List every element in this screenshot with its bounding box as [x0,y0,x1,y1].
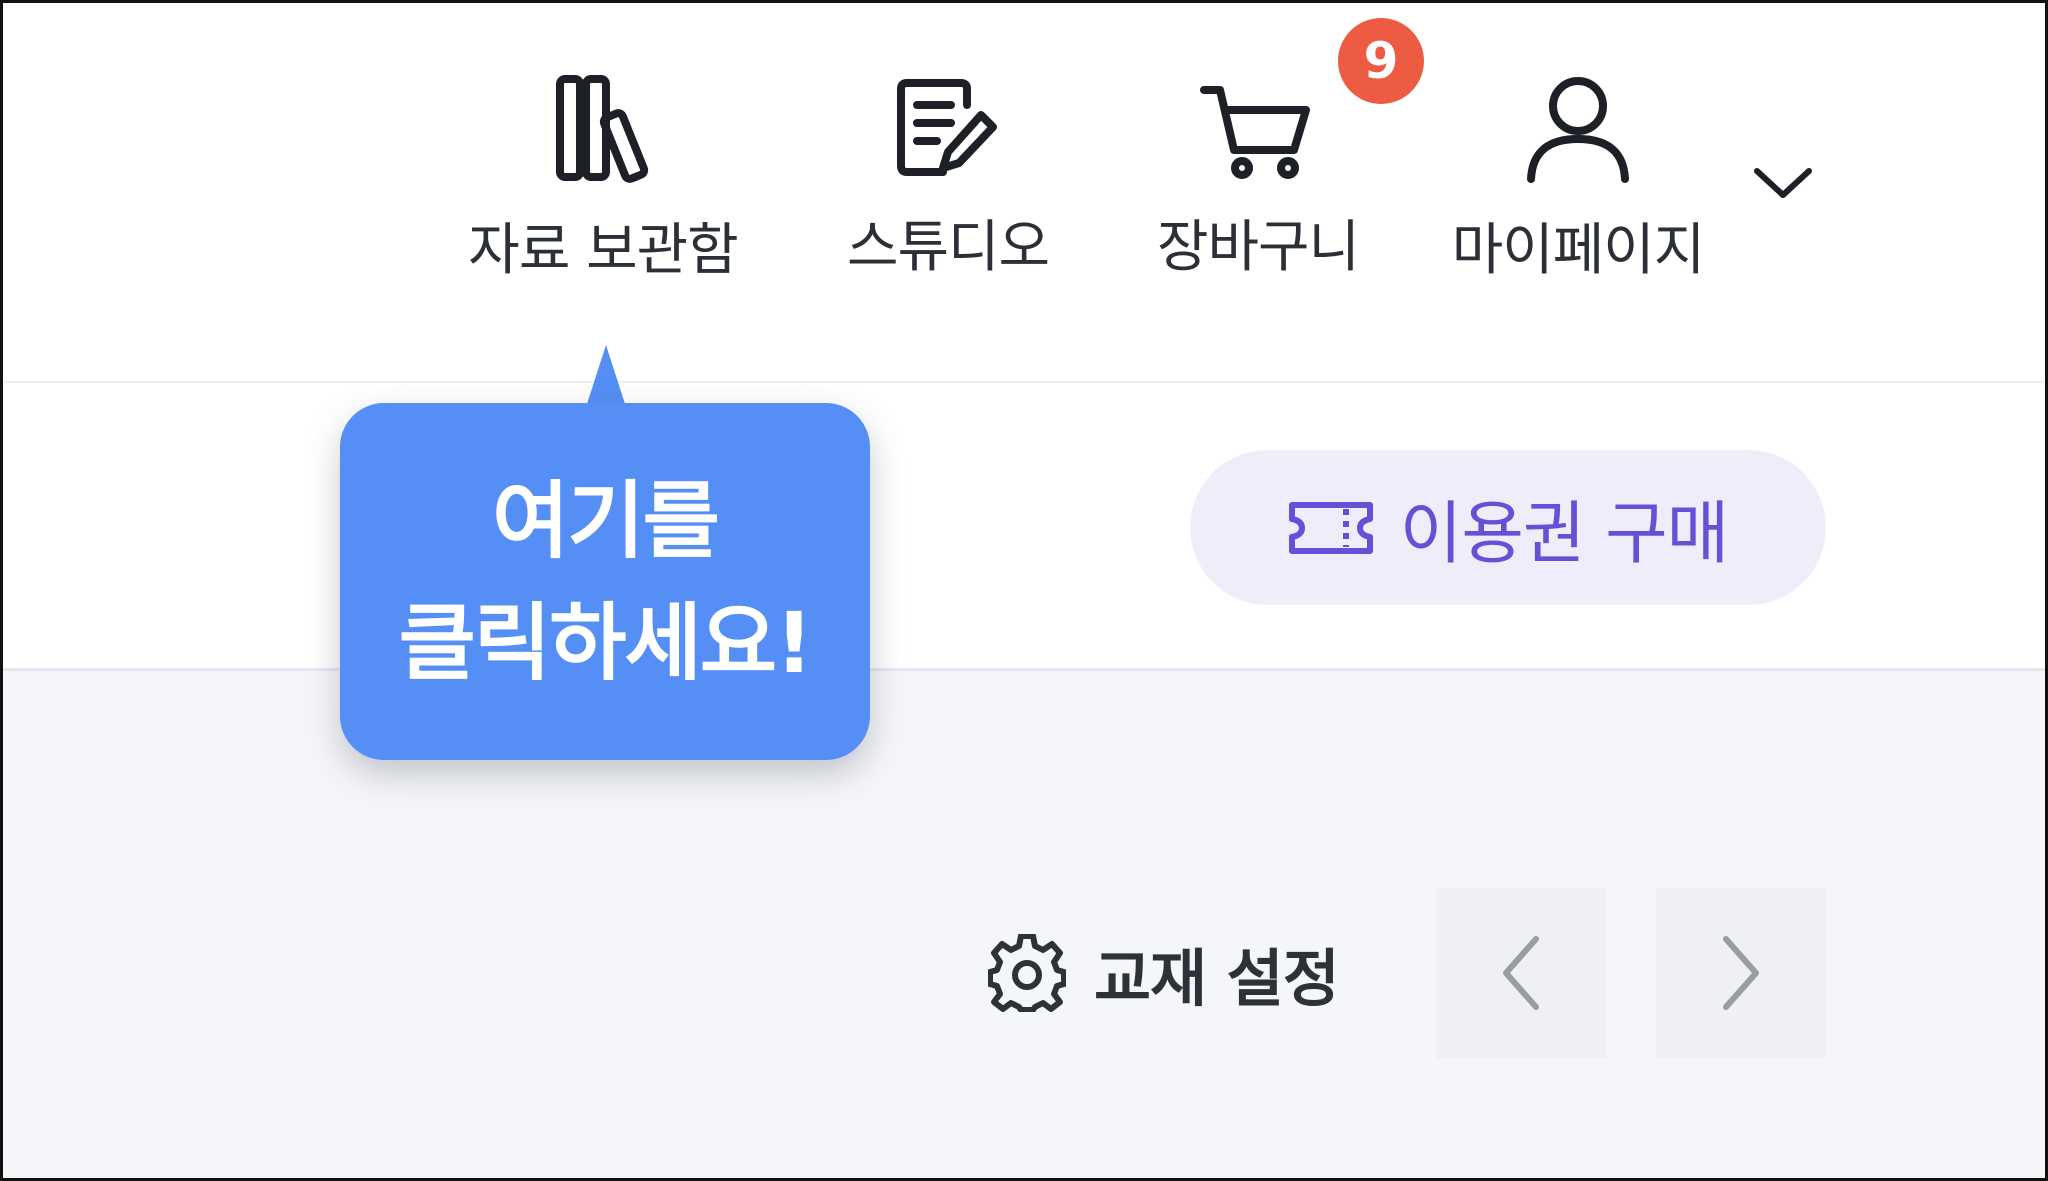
purchase-pass-button[interactable]: 이용권 구매 [1190,450,1826,605]
app-window: 자료 보관함 스튜디오 9 장바구니 마이페이지 이용권 구매 교재 설정 여기… [0,0,2048,1181]
tooltip-line-1: 여기를 [492,471,720,570]
nav-studio-label: 스튜디오 [846,215,1050,280]
textbook-settings-button[interactable]: 교재 설정 [988,928,1340,1018]
studio-edit-icon [897,79,997,176]
cart-count-badge: 9 [1338,18,1424,104]
tooltip-line-2: 클릭하세요! [398,593,814,692]
user-icon [1527,77,1629,183]
ticket-icon [1288,501,1373,554]
nav-library-label: 자료 보관함 [468,218,738,283]
nav-mypage[interactable]: 마이페이지 [1428,73,1728,283]
tooltip-pointer [586,345,626,407]
nav-cart-label: 장바구니 [1156,215,1360,280]
chevron-down-icon [1754,168,1812,198]
next-page-button[interactable] [1656,888,1826,1058]
nav-cart[interactable]: 9 장바구니 [1133,18,1424,283]
cart-icon [1200,86,1310,179]
header-divider [3,381,2045,383]
textbook-settings-label: 교재 설정 [1094,942,1340,1015]
gear-icon [988,934,1066,1012]
prev-page-button[interactable] [1436,888,1606,1058]
purchase-pass-label: 이용권 구매 [1399,495,1729,574]
nav-library[interactable]: 자료 보관함 [443,73,763,283]
nav-studio[interactable]: 스튜디오 [813,73,1083,283]
chevron-right-icon [1723,936,1759,1010]
chevron-left-icon [1503,936,1539,1010]
click-here-tooltip: 여기를 클릭하세요! [340,403,870,760]
library-icon [556,75,649,183]
nav-mypage-label: 마이페이지 [1451,218,1706,283]
account-dropdown-toggle[interactable] [1743,153,1823,213]
